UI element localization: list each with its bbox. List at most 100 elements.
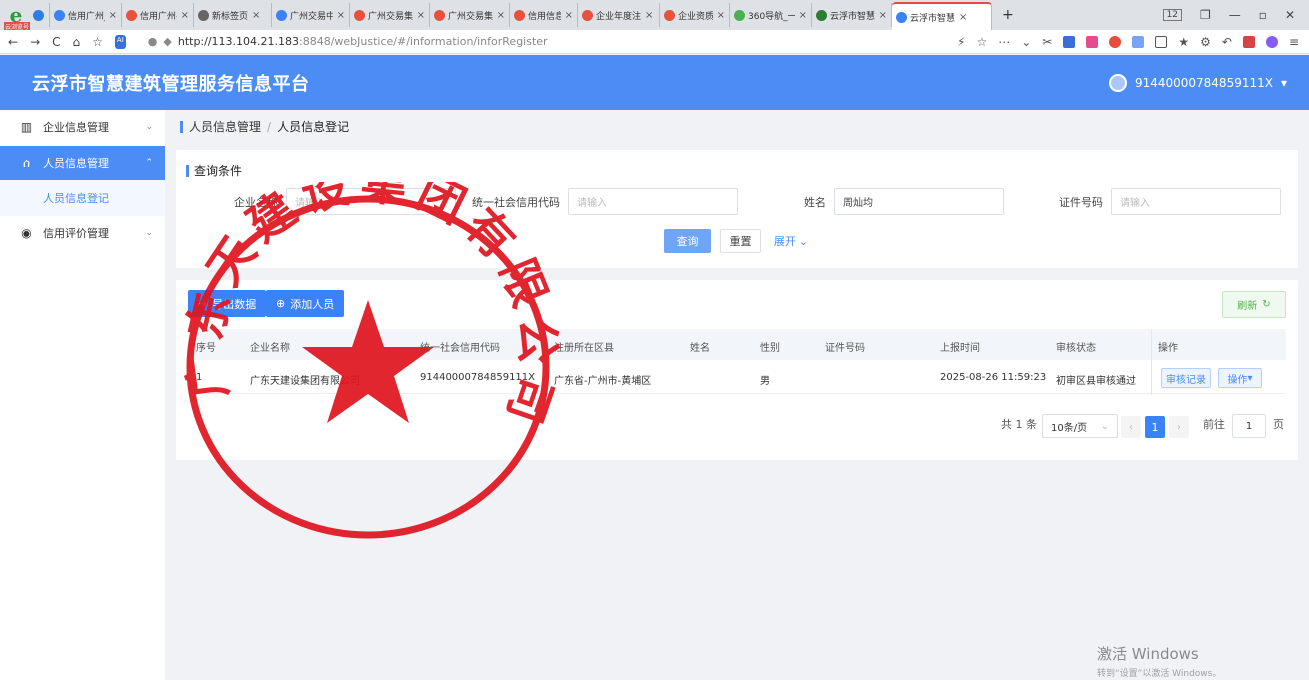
tab-close-icon[interactable]: ×: [109, 10, 117, 21]
tab-close-icon[interactable]: ×: [497, 10, 505, 21]
export-button[interactable]: ➜ 导出数据: [188, 290, 267, 317]
window-icon[interactable]: [1155, 35, 1168, 48]
tab-favicon-icon: [734, 9, 745, 21]
close-icon[interactable]: ✕: [1285, 8, 1295, 22]
tab-close-icon[interactable]: ×: [717, 10, 725, 21]
column-divider: [1151, 329, 1152, 395]
dropdown-icon[interactable]: ⌄: [1021, 35, 1031, 49]
url-field[interactable]: ● ◆ http://113.104.21.183:8848/webJustic…: [148, 35, 548, 48]
id-number-input[interactable]: 请输入: [1111, 188, 1281, 215]
bag-icon[interactable]: [1242, 35, 1255, 48]
new-tab-button[interactable]: +: [992, 3, 1024, 27]
extension-icon[interactable]: [1086, 35, 1099, 48]
maximize-icon[interactable]: ▫: [1259, 8, 1267, 22]
cell-company: 广东天建设集团有限公司: [250, 376, 360, 387]
sidebar-item-person-register[interactable]: 人员信息登记: [0, 180, 165, 216]
id-number-field: 证件号码 请输入: [1059, 188, 1281, 215]
refresh-button[interactable]: 刷新 ↻: [1222, 291, 1286, 318]
sidebar-item-company-info[interactable]: ▥ 企业信息管理 ⌄: [0, 110, 165, 144]
row-actions-dropdown[interactable]: 操作 ▾: [1218, 368, 1262, 388]
page-1-button[interactable]: 1: [1145, 416, 1165, 438]
ai-icon[interactable]: AI: [114, 34, 126, 49]
bookmark-star-icon[interactable]: ☆: [976, 35, 987, 49]
tab-favicon-icon: [54, 9, 65, 21]
browser-tab[interactable]: 广州交易集团 ×: [430, 3, 510, 27]
credit-code-input[interactable]: 请输入: [568, 188, 738, 215]
mail-icon[interactable]: [1132, 35, 1145, 48]
breadcrumb-parent[interactable]: 人员信息管理: [189, 118, 261, 135]
browser-tab[interactable]: 云浮市智慧 ×: [892, 2, 992, 30]
tab-close-icon[interactable]: ×: [565, 10, 573, 21]
export-icon: ➜: [198, 297, 208, 310]
next-page-button[interactable]: ›: [1169, 416, 1189, 438]
tab-close-icon[interactable]: ×: [417, 10, 425, 21]
chevron-up-icon: ⌃: [145, 158, 153, 168]
windows-activation-watermark: 激活 Windows 转到“设置”以激活 Windows。: [1097, 643, 1221, 679]
person-name-input[interactable]: 周灿均: [834, 188, 1004, 215]
extension-icon[interactable]: [1109, 35, 1122, 48]
sidebar-item-label: 信用评价管理: [43, 227, 109, 240]
cleanup-icon[interactable]: ⚙: [1200, 35, 1211, 49]
back-icon[interactable]: ←: [8, 35, 18, 49]
browser-tab[interactable]: 新标签页 ×: [194, 3, 272, 27]
badge-icon: ◉: [21, 225, 32, 240]
sidebar-item-person-info[interactable]: ሰ 人员信息管理 ⌃: [0, 146, 165, 180]
scissors-icon[interactable]: ✂: [1042, 35, 1052, 49]
expand-button[interactable]: 展开 ⌄: [771, 229, 811, 253]
tab-count-box[interactable]: 12: [1162, 9, 1183, 21]
more-icon[interactable]: ⋯: [998, 35, 1010, 49]
field-label: 企业名称: [234, 195, 278, 209]
tab-label: 信用广州-信: [140, 11, 177, 22]
forward-icon[interactable]: →: [30, 35, 40, 49]
tab-favicon-icon: [126, 9, 137, 21]
extension-icon[interactable]: [1063, 35, 1076, 48]
query-panel: 查询条件 企业名称 请输入 统一社会信用代码 请输入 姓名 周灿均 证件号码 请…: [176, 150, 1298, 268]
lightning-icon[interactable]: ⚡: [957, 35, 965, 49]
tab-close-icon[interactable]: ×: [959, 12, 967, 23]
audit-record-button[interactable]: 审核记录: [1161, 368, 1211, 388]
tab-pinned[interactable]: [28, 3, 50, 27]
menu-icon[interactable]: ≡: [1289, 35, 1299, 49]
favorites-icon[interactable]: ☆: [92, 35, 103, 49]
restore-icon[interactable]: ❐: [1200, 8, 1211, 22]
company-name-field: 企业名称 请输入: [234, 188, 456, 215]
minimize-icon[interactable]: —: [1229, 8, 1241, 22]
browser-tab[interactable]: 360导航_一 ×: [730, 3, 812, 27]
tab-close-icon[interactable]: ×: [252, 10, 260, 21]
col-index: 序号: [196, 343, 216, 354]
tab-close-icon[interactable]: ×: [879, 10, 887, 21]
page-size-select[interactable]: 10条/页 ⌄: [1042, 414, 1118, 438]
col-company: 企业名称: [250, 343, 290, 354]
undo-icon[interactable]: ↶: [1222, 35, 1232, 49]
browser-logo[interactable]: e 云浏览号: [4, 3, 31, 31]
search-button[interactable]: 查询: [664, 229, 711, 253]
company-name-input[interactable]: 请输入: [286, 188, 456, 215]
address-bar: ← → C ⌂ ☆ AI ● ◆ http://113.104.21.183:8…: [0, 30, 1309, 54]
browser-tab[interactable]: 广州交易中心 ×: [272, 3, 350, 27]
browser-tab[interactable]: 信用广州-信 ×: [122, 3, 194, 27]
sidebar-item-credit-eval[interactable]: ◉ 信用评价管理 ⌄: [0, 216, 165, 250]
add-person-button[interactable]: ⊕ 添加人员: [266, 290, 345, 317]
profile-icon[interactable]: [1265, 35, 1278, 48]
tab-close-icon[interactable]: ×: [799, 10, 807, 21]
tab-close-icon[interactable]: ×: [645, 10, 653, 21]
browser-tab[interactable]: 信用信息 ×: [510, 3, 578, 27]
tab-favicon-icon: [582, 9, 593, 21]
prev-page-button[interactable]: ‹: [1121, 416, 1141, 438]
expand-label: 展开: [773, 235, 796, 248]
home-icon[interactable]: ⌂: [73, 35, 81, 49]
reset-button[interactable]: 重置: [720, 229, 761, 253]
browser-tab[interactable]: 云浮市智慧 ×: [812, 3, 892, 27]
user-menu[interactable]: 91440000784859111X ▾: [1108, 73, 1287, 92]
goto-page-input[interactable]: 1: [1232, 414, 1266, 438]
tab-close-icon[interactable]: ×: [337, 10, 345, 21]
tab-close-icon[interactable]: ×: [181, 10, 189, 21]
browser-tab[interactable]: 企业资质 ×: [660, 3, 730, 27]
browser-tab[interactable]: 广州交易集团 ×: [350, 3, 430, 27]
tab-favicon-icon: [276, 9, 287, 21]
export-label: 导出数据: [212, 297, 257, 311]
browser-tab[interactable]: 信用广州_3(×: [50, 3, 122, 27]
reload-icon[interactable]: C: [52, 35, 60, 49]
browser-tab[interactable]: 企业年度注 ×: [578, 3, 660, 27]
pin-icon[interactable]: ★: [1178, 35, 1189, 49]
